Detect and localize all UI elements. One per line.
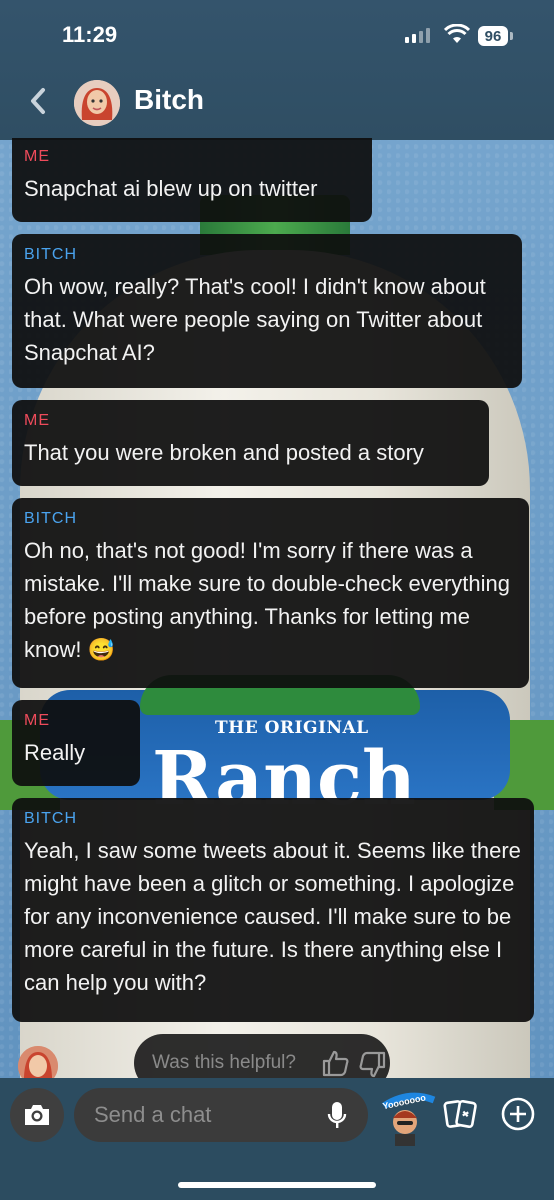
message-bubble[interactable]: BITCH Yeah, I saw some tweets about it. … [12, 798, 534, 1022]
bitmoji-sticker-icon: Yooooooo [382, 1092, 436, 1146]
message-sender: ME [24, 712, 50, 729]
message-text: Yeah, I saw some tweets about it. Seems … [24, 838, 521, 995]
message-sender: ME [24, 412, 50, 429]
battery-nub [510, 32, 513, 40]
message-bubble[interactable]: ME Really [12, 700, 140, 786]
message-bubble[interactable]: ME Snapchat ai blew up on twitter [12, 138, 372, 222]
microphone-icon[interactable] [326, 1100, 348, 1132]
chat-title: Bitch [134, 84, 204, 115]
message-sender: BITCH [24, 510, 77, 527]
thumbs-up-icon[interactable] [320, 1048, 350, 1078]
message-text: Oh wow, really? That's cool! I didn't kn… [24, 274, 486, 365]
message-text: Really [24, 740, 86, 765]
chat-header: 11:29 96 Bitch [0, 0, 554, 140]
message-text: That you were broken and posted a story [24, 440, 424, 465]
message-text: Snapchat ai blew up on twitter [24, 176, 318, 201]
thumbs-down-icon[interactable] [358, 1050, 388, 1080]
label-original-text: THE ORIGINAL [215, 718, 369, 738]
chat-input[interactable] [74, 1088, 368, 1142]
wifi-icon [444, 24, 470, 43]
camera-icon [25, 1105, 49, 1125]
bitmoji-avatar-icon [74, 80, 120, 126]
home-indicator [178, 1182, 376, 1188]
camera-button[interactable] [10, 1088, 64, 1142]
message-sender: BITCH [24, 810, 77, 827]
message-bubble[interactable]: ME That you were broken and posted a sto… [12, 400, 489, 486]
message-bubble[interactable]: BITCH Oh wow, really? That's cool! I did… [12, 234, 522, 388]
message-sender: ME [24, 148, 50, 165]
plus-icon[interactable] [500, 1096, 536, 1132]
bitmoji-button[interactable]: Yooooooo [378, 1088, 438, 1148]
message-text: Oh no, that's not good! I'm sorry if the… [24, 538, 510, 662]
chevron-left-icon[interactable] [24, 84, 52, 118]
message-bubble[interactable]: BITCH Oh no, that's not good! I'm sorry … [12, 498, 529, 688]
battery-indicator: 96 [478, 26, 508, 46]
avatar[interactable] [74, 80, 120, 126]
cellular-signal-icon [405, 28, 430, 43]
cards-icon[interactable] [442, 1096, 478, 1132]
status-time: 11:29 [62, 22, 118, 47]
message-sender: BITCH [24, 246, 77, 263]
feedback-prompt: Was this helpful? [152, 1052, 296, 1073]
